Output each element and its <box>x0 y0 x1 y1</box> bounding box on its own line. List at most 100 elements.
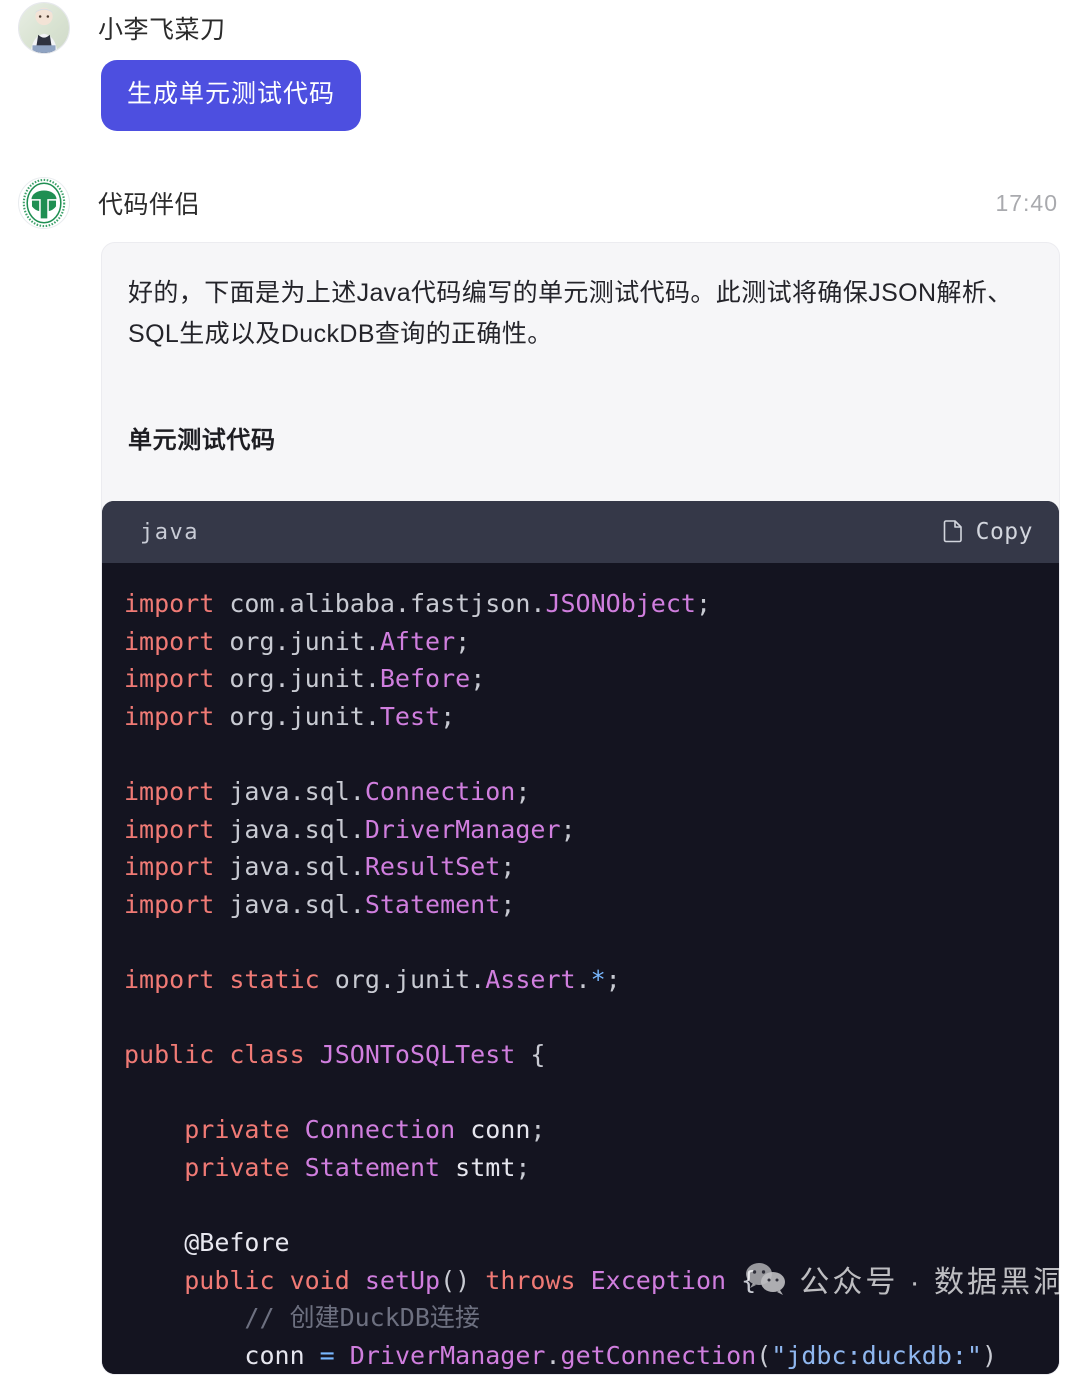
code-token: After <box>379 626 456 656</box>
code-block: java Copy import com.alibaba.fastjson.JS… <box>102 501 1059 1375</box>
code-token: @Before <box>184 1228 290 1258</box>
code-token: ; <box>440 701 456 731</box>
code-token: Connection <box>364 776 516 806</box>
code-line: import java.sql.ResultSet; <box>124 848 1059 886</box>
code-token: // 创建DuckDB连接 <box>124 1303 480 1333</box>
user-turn: 小李飞菜刀 生成单元测试代码 <box>0 0 1080 131</box>
code-line: private Statement stmt; <box>124 1149 1059 1187</box>
code-token: ; <box>500 889 516 919</box>
code-token: DriverManager <box>349 1340 546 1370</box>
code-token: ) <box>981 1340 998 1370</box>
code-token: import <box>124 701 230 731</box>
copy-code-button[interactable]: Copy <box>942 519 1033 545</box>
green-seal-logo-icon <box>19 178 69 228</box>
code-token: org.junit. <box>229 626 380 656</box>
code-token: public void <box>184 1265 365 1295</box>
code-token: . <box>575 964 591 994</box>
code-line: @Before <box>124 1224 1059 1262</box>
user-message-bubble[interactable]: 生成单元测试代码 <box>101 60 362 131</box>
code-token: java.sql. <box>229 814 365 844</box>
code-token: ResultSet <box>364 852 501 882</box>
code-token: { <box>515 1040 546 1070</box>
assistant-turn: 代码伴侣 17:40 好的，下面是为上述Java代码编写的单元测试代码。此测试将… <box>0 175 1080 1375</box>
code-token: ; <box>695 589 712 618</box>
code-line: import static org.junit.Assert.*; <box>124 961 1059 999</box>
code-token: ; <box>515 1152 531 1182</box>
user-message-row: 生成单元测试代码 <box>0 60 1080 131</box>
code-token: Statement <box>304 1152 441 1182</box>
code-token: () <box>440 1265 486 1295</box>
code-token: ; <box>530 1115 546 1145</box>
code-token: Before <box>379 664 471 694</box>
code-token: import static <box>124 964 335 994</box>
code-token: JSONToSQLTest <box>319 1040 516 1070</box>
code-line: conn = DriverManager.getConnection("jdbc… <box>124 1337 1059 1375</box>
code-line: import java.sql.DriverManager; <box>124 811 1059 849</box>
code-token: java.sql. <box>229 852 365 882</box>
assistant-subheading: 单元测试代码 <box>128 427 276 454</box>
code-token: = <box>319 1340 335 1370</box>
code-token: private <box>184 1115 305 1145</box>
code-token: import <box>124 889 230 919</box>
code-token: ; <box>455 626 471 656</box>
code-token: import <box>124 664 230 694</box>
code-line: public class JSONToSQLTest { <box>124 1036 1059 1074</box>
code-token: org.junit. <box>334 964 486 994</box>
assistant-message-row: 好的，下面是为上述Java代码编写的单元测试代码。此测试将确保JSON解析、SQ… <box>0 242 1080 1375</box>
code-token: org.junit. <box>229 701 380 731</box>
code-token: java.sql. <box>229 776 365 806</box>
code-line: import java.sql.Connection; <box>124 773 1059 811</box>
code-line: import org.junit.Test; <box>124 698 1059 736</box>
code-token: java.sql. <box>229 889 365 919</box>
code-line: private Connection conn; <box>124 1111 1059 1149</box>
code-token: "jdbc:duckdb:" <box>771 1340 982 1370</box>
code-token: Exception <box>590 1265 727 1295</box>
code-token: conn <box>455 1115 531 1145</box>
code-line: // 创建DuckDB连接 <box>124 1299 1059 1337</box>
code-content[interactable]: import com.alibaba.fastjson.JSONObject; i… <box>102 563 1059 1375</box>
code-token: import <box>124 626 230 656</box>
user-name: 小李飞菜刀 <box>98 16 226 44</box>
chat-conversation: 小李飞菜刀 生成单元测试代码 代码伴侣 17:40 好的，下面是为上述Java代… <box>0 0 1080 1375</box>
copy-label: Copy <box>975 519 1033 545</box>
code-token: getConnection <box>560 1340 757 1370</box>
code-token: ; <box>605 964 621 994</box>
code-token: Assert <box>485 964 576 994</box>
code-token: { <box>726 1265 757 1295</box>
code-token: import <box>124 852 230 882</box>
code-token: ; <box>500 852 516 882</box>
code-token: ; <box>560 814 576 844</box>
code-token: conn <box>124 1340 320 1370</box>
code-token: Test <box>379 701 441 731</box>
code-token: setUp <box>364 1265 441 1295</box>
assistant-avatar[interactable] <box>18 177 70 229</box>
copy-icon <box>943 520 962 543</box>
code-line: public void setUp() throws Exception { <box>124 1262 1059 1300</box>
code-line: import java.sql.Statement; <box>124 886 1059 924</box>
code-token: public class <box>124 1040 320 1070</box>
code-token: Connection <box>304 1115 456 1145</box>
code-line: import org.junit.After; <box>124 623 1059 661</box>
user-avatar[interactable] <box>18 2 70 54</box>
assistant-message-bubble: 好的，下面是为上述Java代码编写的单元测试代码。此测试将确保JSON解析、SQ… <box>101 242 1060 1375</box>
code-token: . <box>545 1340 561 1370</box>
user-turn-header: 小李飞菜刀 <box>0 0 1080 56</box>
assistant-name: 代码伴侣 <box>98 191 201 219</box>
message-timestamp: 17:40 <box>995 189 1058 216</box>
code-line: import com.alibaba.fastjson.JSONObject; <box>124 585 1059 623</box>
assistant-paragraph: 好的，下面是为上述Java代码编写的单元测试代码。此测试将确保JSON解析、SQ… <box>128 279 1013 348</box>
assistant-turn-header: 代码伴侣 17:40 <box>0 175 1080 231</box>
code-block-header: java Copy <box>102 501 1059 563</box>
code-token: Statement <box>364 889 501 919</box>
code-token: private <box>184 1152 305 1182</box>
code-token: DriverManager <box>364 814 561 844</box>
code-token: import <box>124 589 230 618</box>
code-token: * <box>590 964 606 994</box>
